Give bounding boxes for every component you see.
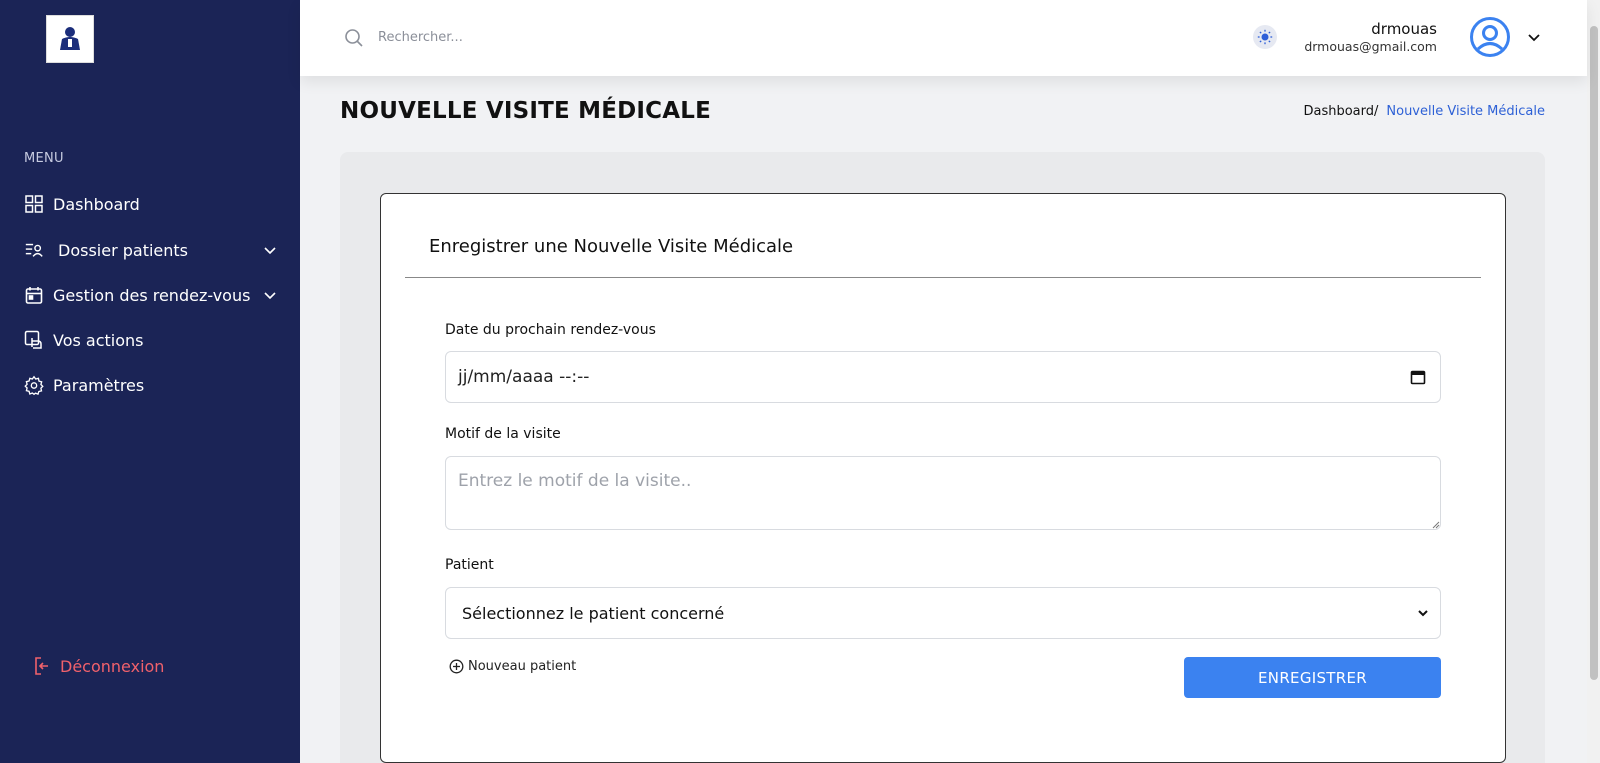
sidebar-item-label: Dossier patients (58, 240, 189, 260)
scrollbar-thumb[interactable] (1590, 26, 1598, 680)
logout-icon (32, 656, 50, 676)
chevron-down-icon[interactable] (262, 287, 278, 303)
user-name: drmouas (1371, 20, 1437, 38)
theme-toggle[interactable] (1253, 25, 1277, 49)
sidebar-item-dashboard[interactable]: Dashboard (24, 194, 278, 214)
sun-icon (1257, 29, 1273, 45)
sidebar-item-parametres[interactable]: Paramètres (24, 375, 278, 395)
logout-button[interactable]: Déconnexion (32, 656, 164, 676)
visit-form-card: Enregistrer une Nouvelle Visite Médicale… (380, 193, 1506, 763)
page-scrollbar[interactable] (1587, 0, 1600, 763)
gear-icon (24, 375, 44, 395)
new-patient-label: Nouveau patient (468, 659, 577, 674)
sidebar-item-label: Vos actions (53, 330, 144, 350)
user-list-icon (24, 240, 44, 260)
chevron-down-icon[interactable] (1526, 29, 1542, 45)
breadcrumb-current: Nouvelle Visite Médicale (1386, 104, 1545, 119)
calendar-picker-icon[interactable] (1410, 369, 1426, 385)
avatar[interactable] (1469, 16, 1511, 58)
motif-textarea[interactable] (445, 456, 1441, 530)
user-email: drmouas@gmail.com (1304, 39, 1437, 54)
doctor-logo-icon (60, 27, 80, 50)
patient-select[interactable]: Sélectionnez le patient concerné (445, 587, 1441, 639)
motif-label: Motif de la visite (445, 426, 561, 442)
chevron-down-icon (1418, 610, 1428, 617)
sidebar-item-vos-actions[interactable]: Vos actions (24, 330, 278, 350)
date-value: jj/mm/aaaa --:-- (458, 367, 590, 387)
search-input[interactable] (378, 24, 678, 50)
search-icon (345, 29, 363, 47)
menu-section-label: MENU (24, 151, 64, 166)
sidebar: MENU Dashboard Dossier patients Gestion … (0, 0, 300, 763)
grid-icon (24, 194, 44, 214)
page-title: NOUVELLE VISITE MÉDICALE (340, 98, 712, 124)
app-logo[interactable] (46, 15, 94, 63)
next-appointment-datetime-input[interactable]: jj/mm/aaaa --:-- (445, 351, 1441, 403)
breadcrumb-home[interactable]: Dashboard/ (1303, 104, 1378, 119)
sidebar-item-label: Paramètres (53, 375, 145, 395)
patient-label: Patient (445, 557, 494, 573)
touch-icon (24, 330, 44, 350)
save-button[interactable]: ENREGISTRER (1184, 657, 1441, 698)
plus-circle-icon (449, 659, 464, 674)
new-patient-link[interactable]: Nouveau patient (449, 659, 576, 674)
patient-select-value: Sélectionnez le patient concerné (462, 603, 725, 623)
date-label: Date du prochain rendez-vous (445, 322, 656, 338)
form-title: Enregistrer une Nouvelle Visite Médicale (429, 236, 794, 257)
breadcrumb: Dashboard/ Nouvelle Visite Médicale (1303, 104, 1545, 119)
divider (405, 277, 1481, 278)
chevron-down-icon[interactable] (262, 242, 278, 258)
sidebar-item-dossier-patients[interactable]: Dossier patients (24, 240, 278, 260)
sidebar-item-label: Gestion des rendez-vous (53, 285, 251, 305)
logout-label: Déconnexion (60, 656, 165, 676)
sidebar-item-label: Dashboard (53, 194, 140, 214)
top-header: drmouas drmouas@gmail.com (300, 0, 1587, 76)
sidebar-item-gestion-rendez-vous[interactable]: Gestion des rendez-vous (24, 285, 278, 305)
resize-handle-icon[interactable] (1432, 521, 1440, 529)
calendar-icon (24, 285, 44, 305)
